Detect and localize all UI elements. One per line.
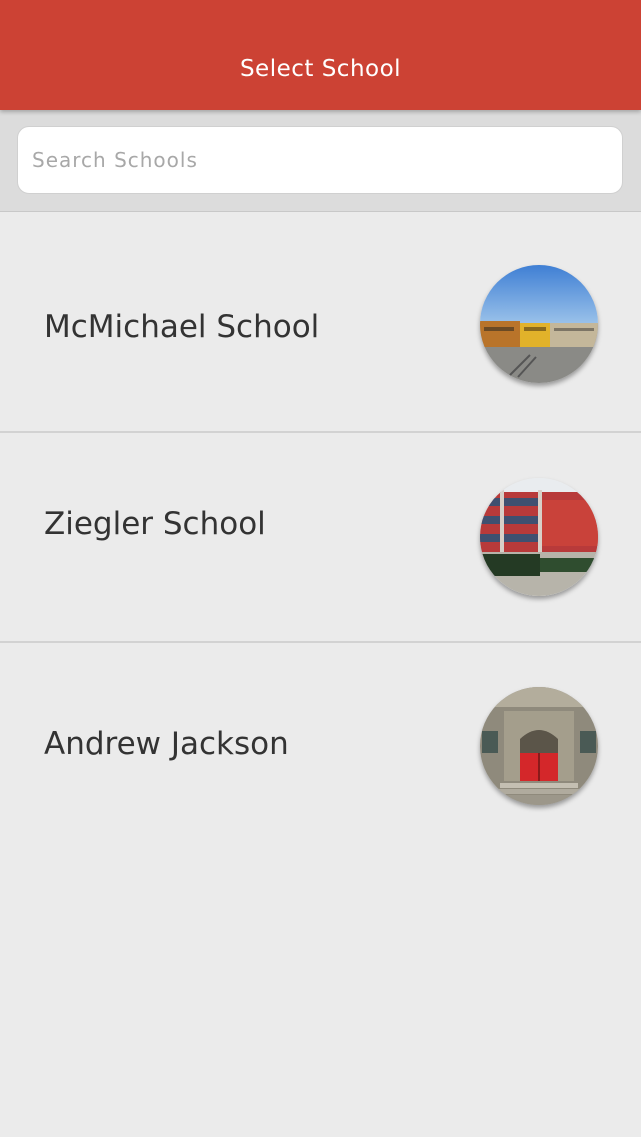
school-list: McMichael School Ziegler School Andrew J… [0,212,641,853]
school-name: Ziegler School [44,506,266,542]
school-row-andrew-jackson[interactable]: Andrew Jackson [0,643,641,853]
app-header: Select School [0,0,641,110]
school-row-mcmichael[interactable]: McMichael School [0,212,641,433]
search-bar [0,110,641,212]
school-photo-avatar [480,265,598,383]
school-row-ziegler[interactable]: Ziegler School [0,433,641,643]
school-name: Andrew Jackson [44,726,289,762]
page-title: Select School [239,56,402,82]
school-photo-avatar [480,687,598,805]
search-input[interactable] [17,126,623,194]
school-photo-avatar [480,478,598,596]
school-name: McMichael School [44,309,320,345]
